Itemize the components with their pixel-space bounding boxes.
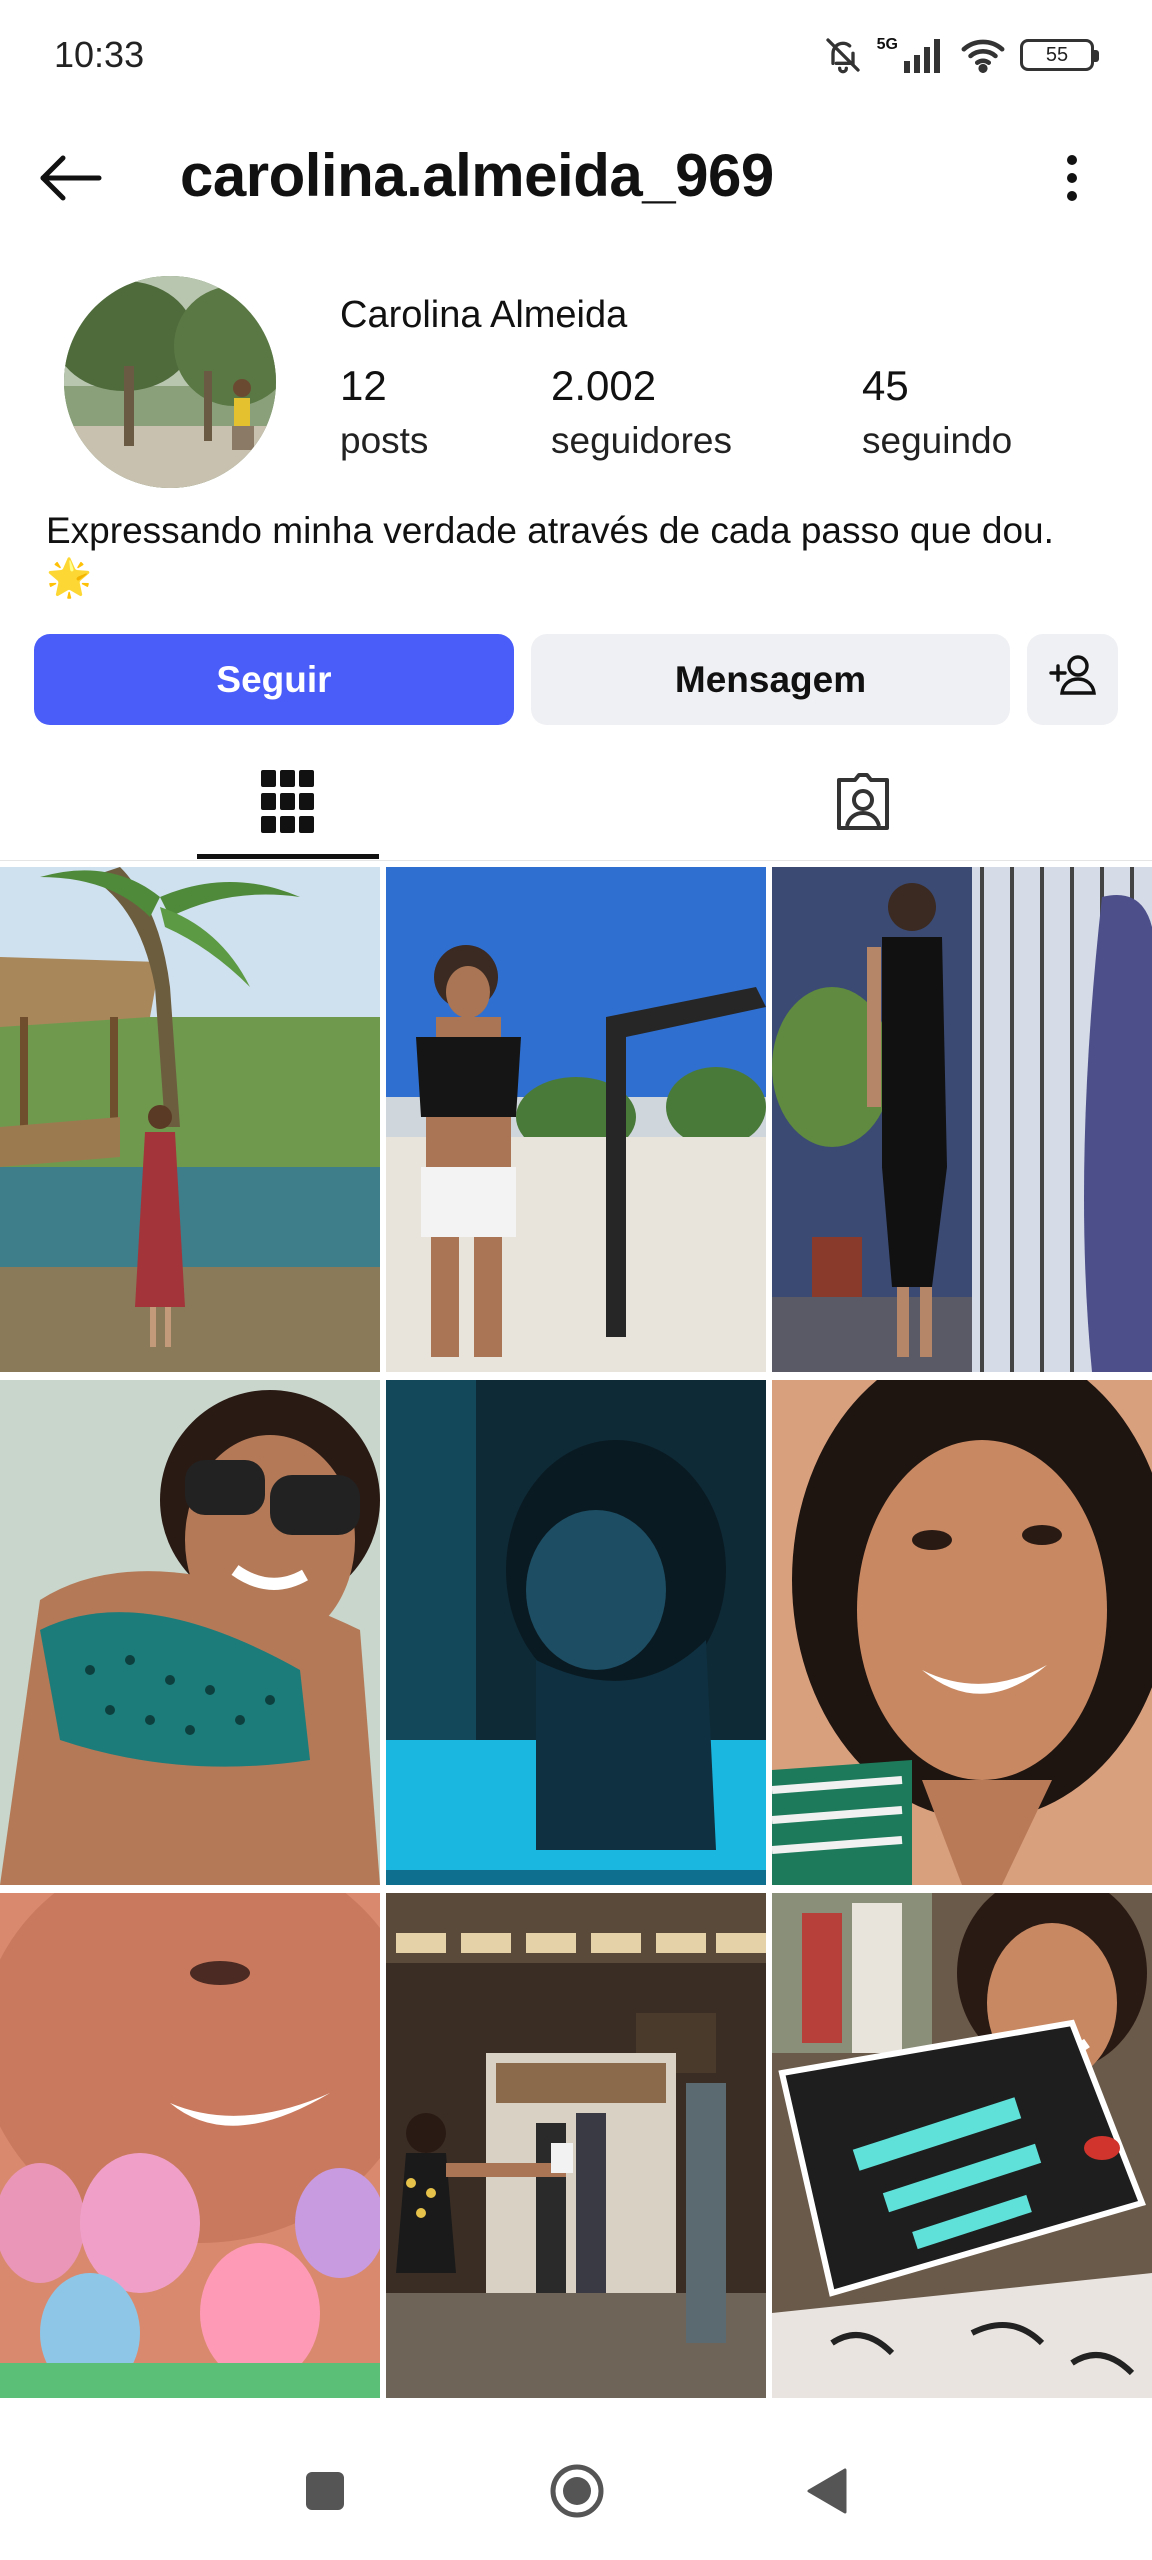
profile-full-name: Carolina Almeida — [340, 294, 628, 336]
status-icons: 5G 55 — [823, 30, 1099, 80]
suggest-people-button[interactable] — [1027, 634, 1118, 725]
post-thumbnail[interactable] — [386, 867, 766, 1372]
back-button[interactable] — [30, 140, 110, 220]
following-label: seguindo — [862, 420, 1013, 461]
status-bar: 10:33 5G 55 — [0, 0, 1152, 115]
profile-avatar[interactable] — [64, 276, 276, 488]
follow-button[interactable]: Seguir — [34, 634, 514, 725]
profile-username: carolina.almeida_969 — [180, 142, 774, 209]
muted-bell-icon — [823, 35, 863, 75]
stat-following[interactable]: 45 seguindo — [862, 362, 1012, 462]
stat-followers[interactable]: 2.002 seguidores — [551, 362, 732, 462]
system-back-button[interactable] — [782, 2448, 872, 2538]
tab-posts-grid[interactable] — [197, 748, 379, 860]
posts-label: posts — [340, 420, 429, 461]
post-thumbnail[interactable] — [386, 1893, 766, 2398]
followers-label: seguidores — [551, 420, 733, 461]
post-thumbnail[interactable] — [772, 1893, 1152, 2398]
signal-icon — [902, 37, 946, 73]
posts-grid — [0, 867, 1152, 2399]
post-thumbnail[interactable] — [772, 867, 1152, 1372]
post-thumbnail[interactable] — [0, 867, 380, 1372]
battery-icon: 55 — [1020, 39, 1099, 71]
network-type: 5G — [876, 36, 898, 53]
post-thumbnail[interactable] — [772, 1380, 1152, 1885]
system-nav-bar — [0, 2420, 1152, 2560]
triangle-back-icon — [805, 2466, 849, 2521]
top-bar: carolina.almeida_969 — [0, 115, 1152, 240]
post-thumbnail[interactable] — [0, 1380, 380, 1885]
person-add-icon — [1048, 653, 1098, 706]
grid-icon — [261, 769, 315, 839]
more-vertical-icon — [1065, 153, 1079, 208]
tabs-divider — [0, 860, 1152, 861]
following-count: 45 — [862, 362, 909, 409]
status-time: 10:33 — [54, 34, 145, 75]
stat-posts[interactable]: 12 posts — [340, 362, 428, 462]
post-thumbnail[interactable] — [386, 1380, 766, 1885]
more-options-button[interactable] — [1032, 140, 1112, 220]
posts-count: 12 — [340, 362, 387, 409]
wifi-icon — [960, 37, 1006, 73]
message-button[interactable]: Mensagem — [531, 634, 1010, 725]
recents-button[interactable] — [280, 2448, 370, 2538]
square-icon — [304, 2470, 346, 2517]
arrow-left-icon — [37, 154, 103, 207]
followers-count: 2.002 — [551, 362, 657, 409]
post-thumbnail[interactable] — [0, 1893, 380, 2398]
home-button[interactable] — [532, 2448, 622, 2538]
tab-tagged[interactable] — [772, 748, 954, 860]
profile-bio: Expressando minha verdade através de cad… — [46, 510, 1054, 598]
active-tab-indicator — [197, 854, 379, 859]
tagged-person-icon — [831, 770, 895, 839]
home-circle-icon — [549, 2463, 605, 2524]
